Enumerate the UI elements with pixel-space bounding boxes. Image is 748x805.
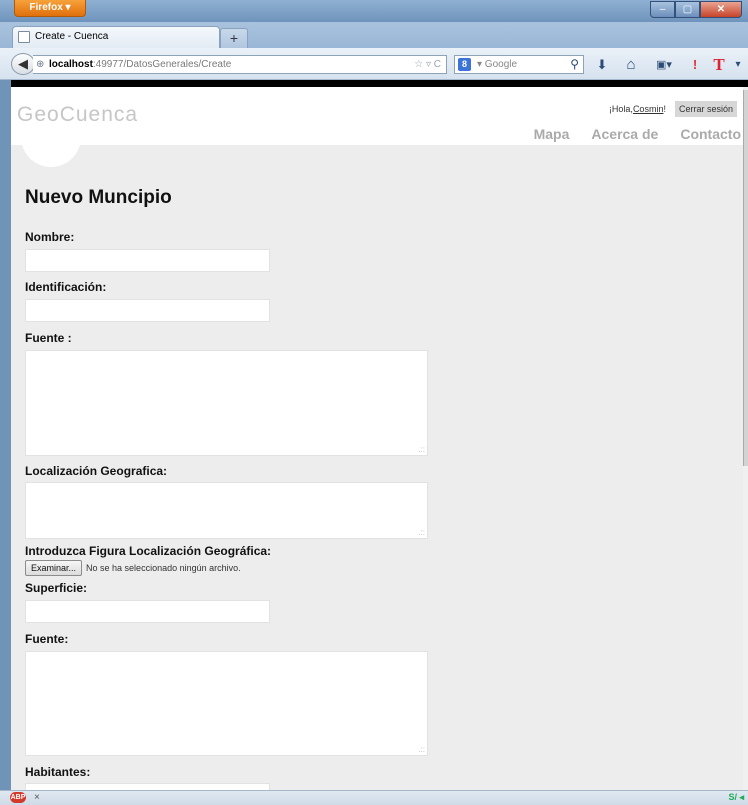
firefox-menu-button[interactable]: Firefox ▾ <box>14 0 86 17</box>
search-input[interactable]: 8 ▾ Google ⚲ <box>454 55 584 74</box>
close-window-button[interactable]: ✕ <box>700 1 742 18</box>
fuente2-textarea[interactable]: .:: <box>25 651 428 756</box>
status-bar: ABP × S/ ◂ <box>0 790 748 805</box>
greeting-prefix: ¡Hola, <box>608 104 633 114</box>
new-tab-button[interactable]: + <box>220 28 248 48</box>
file-upload: Examinar... No se ha seleccionado ningún… <box>25 560 241 576</box>
maximize-button[interactable]: ▢ <box>675 1 700 18</box>
logout-button[interactable]: Cerrar sesión <box>674 101 737 117</box>
resize-grip-icon[interactable]: .:: <box>418 446 425 454</box>
identificacion-input[interactable] <box>25 299 270 322</box>
site-header: GeoCuenca ¡Hola, Cosmin! Cerrar sesión M… <box>11 87 743 167</box>
magnifier-icon[interactable]: ⚲ <box>570 56 579 73</box>
resize-grip-icon[interactable]: .:: <box>418 746 425 754</box>
login-area: ¡Hola, Cosmin! Cerrar sesión <box>609 101 737 117</box>
window-frame <box>0 80 11 790</box>
fuente-label: Fuente : <box>25 331 72 345</box>
close-addon-bar-icon[interactable]: × <box>34 791 40 804</box>
window-controls: – ▢ ✕ <box>650 1 742 18</box>
toolbar-overflow-icon[interactable]: ▾ <box>732 55 744 75</box>
toolbar-divider <box>0 80 748 87</box>
bookmarks-icon[interactable]: ▣▾ <box>651 55 677 75</box>
alert-icon[interactable]: ! <box>688 55 702 75</box>
search-placeholder: ▾ Google <box>477 59 518 70</box>
localizacion-label: Localización Geografica: <box>25 464 168 478</box>
localizacion-textarea[interactable]: .:: <box>25 482 428 539</box>
scrollbar-thumb[interactable] <box>743 90 748 466</box>
url-host: localhost <box>49 59 93 70</box>
fuente-textarea[interactable]: .:: <box>25 350 428 456</box>
url-bar[interactable]: ⊕ localhost:49977/DatosGenerales/Create … <box>33 55 447 74</box>
browse-file-button[interactable]: Examinar... <box>25 560 83 576</box>
habitantes-label: Habitantes: <box>25 765 91 779</box>
addon-icon[interactable]: ABP <box>10 792 26 803</box>
search-engine-icon[interactable]: 8 <box>458 58 471 71</box>
back-button[interactable]: ◀ <box>11 53 35 75</box>
minimize-button[interactable]: – <box>650 1 675 18</box>
status-right-icons[interactable]: S/ ◂ <box>728 791 744 804</box>
home-icon[interactable]: ⌂ <box>622 55 640 75</box>
file-status: No se ha seleccionado ningún archivo. <box>86 563 241 573</box>
superficie-label: Superficie: <box>25 581 88 595</box>
figura-label: Introduzca Figura Localización Geográfic… <box>25 544 272 558</box>
vertical-scrollbar[interactable] <box>743 87 748 790</box>
main-nav: Mapa Acerca de Contacto <box>512 126 741 142</box>
url-bar-icons[interactable]: ☆ ▿ C <box>414 56 441 73</box>
page-title: Nuevo Muncipio <box>25 187 172 208</box>
user-link[interactable]: Cosmin <box>633 104 664 114</box>
site-title[interactable]: GeoCuenca <box>17 103 138 127</box>
nav-link-acerca-de[interactable]: Acerca de <box>591 126 658 142</box>
tab-create-cuenca[interactable]: Create - Cuenca <box>12 26 220 48</box>
tab-strip: Create - Cuenca + <box>0 22 748 48</box>
page-favicon-icon <box>18 31 30 43</box>
habitantes-input[interactable] <box>25 783 270 790</box>
navigation-toolbar: ◀ ⊕ localhost:49977/DatosGenerales/Creat… <box>0 48 748 80</box>
nombre-input[interactable] <box>25 249 270 272</box>
identificacion-label: Identificación: <box>25 280 107 294</box>
fuente2-label: Fuente: <box>25 632 69 646</box>
nav-link-mapa[interactable]: Mapa <box>534 126 570 142</box>
text-icon[interactable]: T <box>710 55 728 75</box>
download-icon[interactable]: ⬇ <box>594 55 610 75</box>
resize-grip-icon[interactable]: .:: <box>418 529 425 537</box>
site-identity-icon[interactable]: ⊕ <box>36 59 44 71</box>
url-path: :49977/DatosGenerales/Create <box>92 59 232 70</box>
nombre-label: Nombre: <box>25 230 75 244</box>
web-page: GeoCuenca ¡Hola, Cosmin! Cerrar sesión M… <box>11 87 743 790</box>
window-titlebar: Firefox ▾ – ▢ ✕ <box>0 0 748 22</box>
greeting-suffix: ! <box>663 104 666 114</box>
superficie-input[interactable] <box>25 600 270 623</box>
tab-title: Create - Cuenca <box>35 31 109 42</box>
nav-link-contacto[interactable]: Contacto <box>680 126 741 142</box>
